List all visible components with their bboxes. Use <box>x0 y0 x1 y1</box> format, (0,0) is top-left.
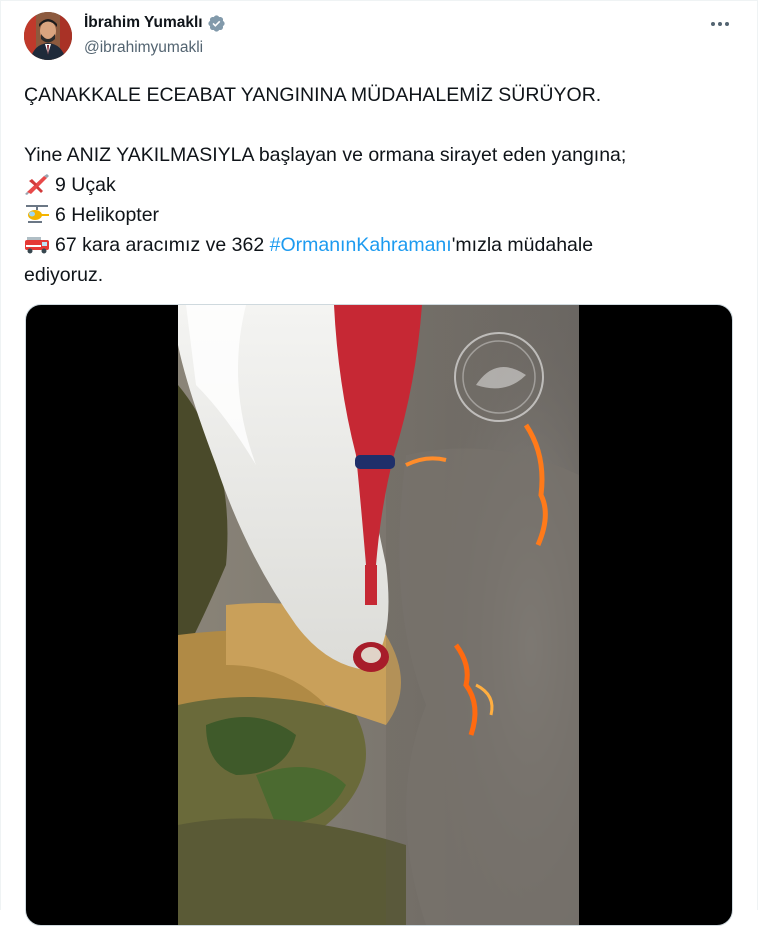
video-player[interactable] <box>25 304 733 926</box>
tweet-text: ÇANAKKALE ECEABAT YANGININA MÜDAHALEMİZ … <box>24 80 734 290</box>
verified-badge-icon[interactable] <box>207 14 226 33</box>
vehicles-text: 67 kara aracımız ve 362 <box>55 234 270 256</box>
author-handle[interactable]: @ibrahimyumakli <box>84 39 203 57</box>
author-display-name[interactable]: İbrahim Yumaklı <box>84 14 203 32</box>
more-dot <box>725 22 729 26</box>
helicopter-emoji <box>26 205 49 223</box>
more-dot <box>711 22 715 26</box>
plane-count: 9 Uçak <box>55 174 116 196</box>
helicopter-count: 6 Helikopter <box>55 204 160 226</box>
tweet-card: İbrahim Yumaklı @ibrahimyumakli ÇANAKKAL… <box>0 0 758 926</box>
tweet-headline: ÇANAKKALE ECEABAT YANGININA MÜDAHALEMİZ … <box>24 84 602 106</box>
tweet-intro-line: Yine ANIZ YAKILMASIYLA başlayan ve orman… <box>24 144 627 166</box>
more-horizontal-icon[interactable] <box>705 11 735 37</box>
tweet-item-plane: 9 Uçak <box>24 170 734 200</box>
hashtag-link[interactable]: #OrmanınKahramanı <box>270 234 452 256</box>
tweet-wrap-line: ediyoruz. <box>24 264 104 286</box>
author-name-row: İbrahim Yumaklı <box>84 12 226 34</box>
avatar-photo-icon <box>24 12 72 60</box>
author-avatar[interactable] <box>24 12 72 60</box>
vehicles-suffix: 'mızla müdahale <box>451 234 594 256</box>
tweet-item-helicopter: 6 Helikopter <box>24 200 734 230</box>
aerial-firefighting-video <box>178 305 579 925</box>
airplane-emoji <box>25 174 49 195</box>
fire-engine-emoji <box>25 237 49 254</box>
tweet-item-vehicles: 67 kara aracımız ve 362 #OrmanınKahraman… <box>24 230 734 260</box>
more-dot <box>718 22 722 26</box>
